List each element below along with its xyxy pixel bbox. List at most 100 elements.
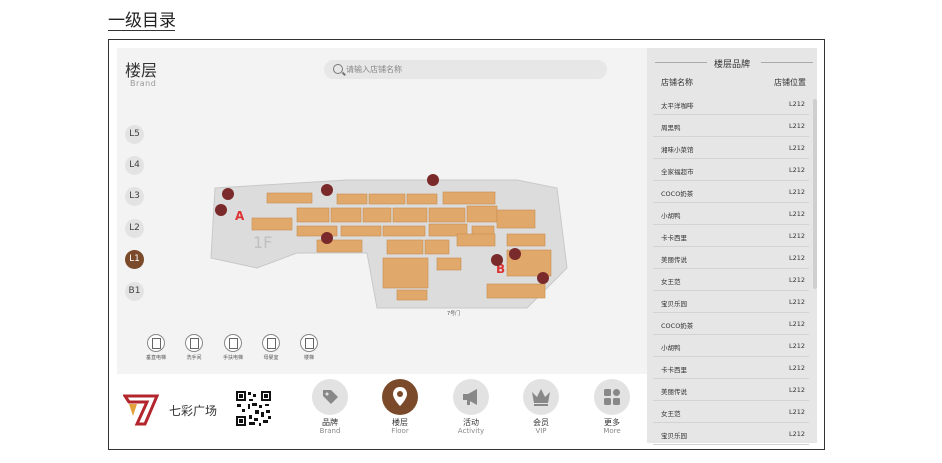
nav-more-button[interactable]: 更多 More xyxy=(588,379,636,435)
sidebar-scrollbar[interactable] xyxy=(813,99,817,289)
floor-button-l5[interactable]: L5 xyxy=(125,125,144,144)
search-icon xyxy=(333,64,343,74)
escalator-icon xyxy=(224,334,242,352)
brand-position: L212 xyxy=(788,166,805,174)
brand-position: L212 xyxy=(788,210,805,218)
brand-name: 女王范 xyxy=(661,278,681,286)
search-placeholder: 请输入店铺名称 xyxy=(346,65,402,74)
page-subtitle: Brand xyxy=(130,79,157,88)
nav-label: 会员 xyxy=(533,418,549,427)
map-baby-room-icon[interactable] xyxy=(215,204,227,216)
baby-room-icon xyxy=(262,334,280,352)
page-title: 楼层 xyxy=(125,61,158,80)
brand-name: 小胡鸭 xyxy=(661,212,681,220)
brand-name: 卡卡西里 xyxy=(661,234,687,242)
nav-activity-button[interactable]: 活动 Activity xyxy=(447,379,495,435)
brand-position: L212 xyxy=(788,320,805,328)
map-elevator-icon[interactable] xyxy=(321,232,333,244)
brand-list-item[interactable]: COCO奶茶 L212 xyxy=(653,313,809,335)
brand-list-item[interactable]: 卡卡西里 L212 xyxy=(653,225,809,247)
brand-list-item[interactable]: 美丽传说 L212 xyxy=(653,247,809,269)
brand-list-item[interactable]: 卡卡西里 L212 xyxy=(653,357,809,379)
legend-label: 楼梯 xyxy=(303,355,314,361)
brand-position: L212 xyxy=(788,100,805,108)
brand-logo xyxy=(123,394,160,426)
legend-baby-room: 母婴室 xyxy=(251,334,291,361)
map-restroom-icon[interactable] xyxy=(537,272,549,284)
legend-label: 洗手间 xyxy=(186,355,202,361)
divider xyxy=(761,62,813,63)
search-input[interactable]: 请输入店铺名称 xyxy=(324,60,607,79)
brand-position: L212 xyxy=(788,342,805,350)
brand-name: COCO奶茶 xyxy=(661,322,694,330)
floor-button-l3[interactable]: L3 xyxy=(125,187,144,206)
map-elevator-icon[interactable] xyxy=(509,248,521,260)
brand-position: L212 xyxy=(788,276,805,284)
brand-list-item[interactable]: 宝贝乐园 L212 xyxy=(653,423,809,445)
tag-icon xyxy=(312,379,348,415)
brand-name: 宝贝乐园 xyxy=(661,432,687,440)
brand-name: 全家福超市 xyxy=(661,168,694,176)
brand-name: 美丽传说 xyxy=(661,388,687,396)
brand-position: L212 xyxy=(788,364,805,372)
elevator-icon xyxy=(147,334,165,352)
screen-frame: 楼层 Brand 请输入店铺名称 L5 L4 L3 L2 L1 B1 1F A … xyxy=(108,39,825,450)
brand-list-item[interactable]: COCO奶茶 L212 xyxy=(653,181,809,203)
nav-label: 活动 xyxy=(463,418,479,427)
brand-position: L212 xyxy=(788,386,805,394)
nav-sublabel: Floor xyxy=(391,427,409,435)
floor-button-b1[interactable]: B1 xyxy=(125,282,144,301)
brand-position: L212 xyxy=(788,430,805,438)
legend-restroom: 洗手间 xyxy=(174,334,214,361)
brand-position: L212 xyxy=(788,144,805,152)
floor-button-l4[interactable]: L4 xyxy=(125,156,144,175)
nav-floor-button[interactable]: 楼层 Floor xyxy=(376,379,424,435)
brand-name: 太平洋咖啡 xyxy=(661,102,694,110)
brand-position: L212 xyxy=(788,188,805,196)
floor-button-l2[interactable]: L2 xyxy=(125,219,144,238)
floor-button-l1[interactable]: L1 xyxy=(125,250,144,269)
legend-label: 母婴室 xyxy=(263,355,279,361)
nav-vip-button[interactable]: 会员 VIP xyxy=(517,379,565,435)
brand-position: L212 xyxy=(788,408,805,416)
sidebar-title: 楼层品牌 xyxy=(713,60,750,70)
crown-icon xyxy=(523,379,559,415)
brand-list-item[interactable]: 女王范 L212 xyxy=(653,269,809,291)
map-zone-a-label: A xyxy=(235,209,245,223)
map-floor-label: 1F xyxy=(253,233,272,252)
map-escalator-icon[interactable] xyxy=(491,254,503,266)
nav-label: 品牌 xyxy=(322,418,338,427)
brand-name: 七彩广场 xyxy=(169,404,218,418)
legend-stairs: 楼梯 xyxy=(289,334,329,361)
brand-name: 小胡鸭 xyxy=(661,344,681,352)
brand-name: 美丽传说 xyxy=(661,256,687,264)
map-gate-label: 7号门 xyxy=(447,310,460,317)
brand-name: 卡卡西里 xyxy=(661,366,687,374)
brand-list-item[interactable]: 周黑鸭 L212 xyxy=(653,115,809,137)
map-elevator-icon[interactable] xyxy=(321,184,333,196)
brand-list-item[interactable]: 美丽传说 L212 xyxy=(653,379,809,401)
column-header-name: 店铺名称 xyxy=(661,78,693,87)
column-header-position: 店铺位置 xyxy=(774,78,806,87)
brand-position: L212 xyxy=(788,232,805,240)
nav-sublabel: Brand xyxy=(319,427,341,435)
brand-list-item[interactable]: 女王范 L212 xyxy=(653,401,809,423)
section-heading: 一级目录 xyxy=(108,11,176,31)
nav-brand-button[interactable]: 品牌 Brand xyxy=(306,379,354,435)
map-stairs-icon[interactable] xyxy=(427,174,439,186)
brand-list-item[interactable]: 宝贝乐园 L212 xyxy=(653,291,809,313)
brand-list-item[interactable]: 湘味小菜馆 L212 xyxy=(653,137,809,159)
restroom-icon xyxy=(185,334,203,352)
megaphone-icon xyxy=(453,379,489,415)
map-restroom-icon[interactable] xyxy=(222,188,234,200)
brand-name: 周黑鸭 xyxy=(661,124,681,132)
kiosk-screen: 楼层 Brand 请输入店铺名称 L5 L4 L3 L2 L1 B1 1F A … xyxy=(117,48,817,445)
floor-map[interactable]: 1F A B 7号门 xyxy=(197,158,617,318)
brand-list-item[interactable]: 全家福超市 L212 xyxy=(653,159,809,181)
brand-list-item[interactable]: 小胡鸭 L212 xyxy=(653,203,809,225)
brand-list-item[interactable]: 小胡鸭 L212 xyxy=(653,335,809,357)
grid-icon xyxy=(594,379,630,415)
brand-name: 湘味小菜馆 xyxy=(661,146,694,154)
brand-list-item[interactable]: 太平洋咖啡 L212 xyxy=(653,93,809,115)
qr-code xyxy=(235,390,272,427)
